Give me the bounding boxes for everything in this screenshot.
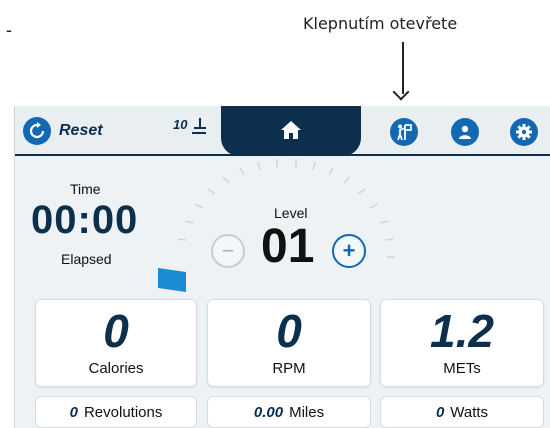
revolutions-card[interactable]: 0 Revolutions	[35, 396, 197, 428]
level-progress-bar	[158, 268, 186, 292]
miles-value: 0.00	[253, 403, 284, 421]
level-increase-button[interactable]: +	[332, 234, 366, 268]
revolutions-label: Revolutions	[83, 403, 163, 421]
level-decrease-button[interactable]: −	[211, 234, 245, 268]
time-value: 00:00	[31, 198, 139, 242]
minus-icon: −	[221, 238, 235, 263]
rpm-label: RPM	[272, 360, 306, 377]
miles-label: Miles	[289, 403, 325, 421]
calories-card[interactable]: 0 Calories	[35, 299, 197, 387]
rpm-value: 0	[276, 305, 302, 357]
callout-text: Klepnutím otevřete	[303, 14, 458, 33]
rpm-card[interactable]: 0 RPM	[207, 299, 371, 387]
watts-card[interactable]: 0 Watts	[380, 396, 544, 428]
mets-label: METs	[443, 360, 481, 377]
watts-label: Watts	[450, 403, 489, 421]
plus-icon: +	[342, 238, 356, 263]
calories-value: 0	[103, 305, 129, 357]
mets-card[interactable]: 1.2 METs	[380, 299, 544, 387]
level-value: 01	[261, 220, 315, 273]
calories-label: Calories	[88, 360, 144, 377]
watts-value: 0	[435, 403, 445, 421]
miles-card[interactable]: 0.00 Miles	[207, 396, 371, 428]
time-subtitle: Elapsed	[61, 251, 112, 267]
mets-value: 1.2	[430, 305, 494, 357]
console-screen: Reset 10 Time 00:00 Elapsed Level 01 − +…	[14, 106, 550, 428]
annotation-dash: -	[6, 20, 12, 40]
time-title: Time	[70, 181, 101, 197]
revolutions-value: 0	[69, 403, 78, 421]
callout-arrow-head	[392, 83, 410, 101]
